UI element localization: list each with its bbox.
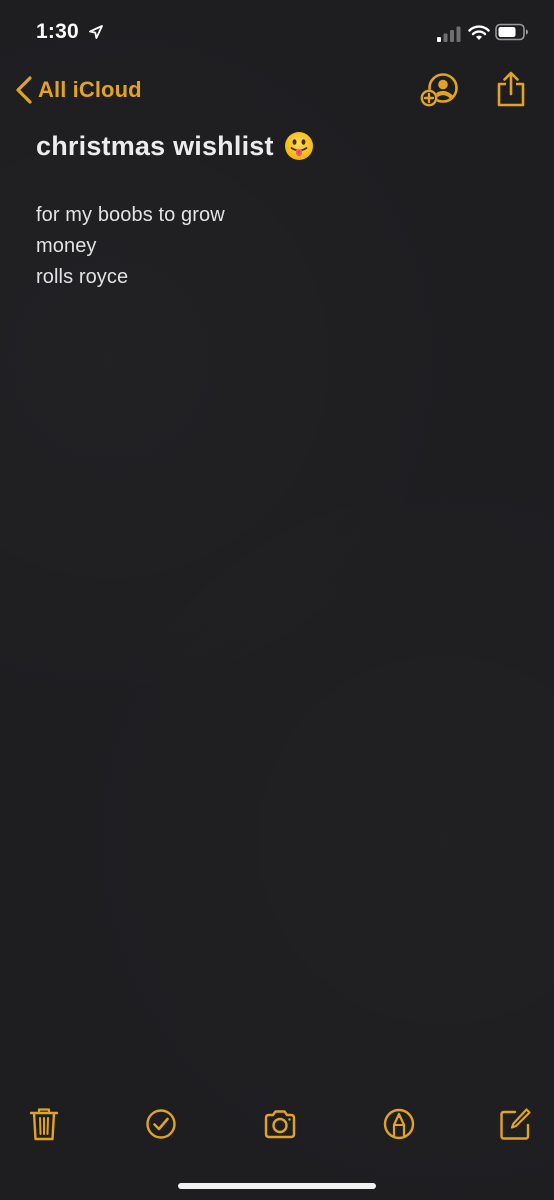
checklist-button[interactable] [144, 1106, 178, 1142]
wifi-icon [468, 25, 490, 40]
camera-button[interactable] [263, 1106, 297, 1142]
add-person-icon[interactable] [420, 72, 460, 108]
delete-button[interactable] [27, 1106, 61, 1142]
battery-icon [495, 23, 528, 41]
markup-button[interactable] [382, 1106, 416, 1142]
home-indicator[interactable] [178, 1183, 376, 1189]
trash-icon [29, 1108, 59, 1141]
back-label: All iCloud [38, 77, 142, 102]
compose-icon [500, 1108, 531, 1140]
share-icon[interactable] [496, 70, 526, 108]
status-bar: 1:30 [0, 0, 554, 64]
bottom-toolbar [0, 1100, 554, 1154]
note-title-text: christmas wishlist [36, 130, 274, 161]
camera-icon [264, 1110, 296, 1139]
note-body: for my boobs to grow money rolls royce [36, 200, 516, 293]
chevron-left-icon [16, 76, 32, 104]
note-line: money [36, 235, 97, 257]
compose-button[interactable] [498, 1106, 532, 1142]
back-button[interactable]: All iCloud [12, 72, 142, 108]
face-with-tongue-emoji [284, 132, 313, 160]
note-line: rolls royce [36, 266, 129, 288]
checklist-icon [146, 1109, 176, 1139]
notes-screen: 1:30 All iCloud christmas wishlist for m… [0, 0, 554, 1200]
cellular-signal-icon [437, 26, 461, 42]
note-title: christmas wishlist [36, 126, 516, 166]
note-line: for my boobs to grow [36, 204, 225, 226]
navigation-bar: All iCloud [0, 64, 554, 118]
note-content[interactable]: christmas wishlist for my boobs to grow … [36, 126, 516, 293]
status-time: 1:30 [36, 20, 79, 43]
markup-icon [383, 1108, 415, 1140]
location-arrow-icon [89, 25, 103, 39]
